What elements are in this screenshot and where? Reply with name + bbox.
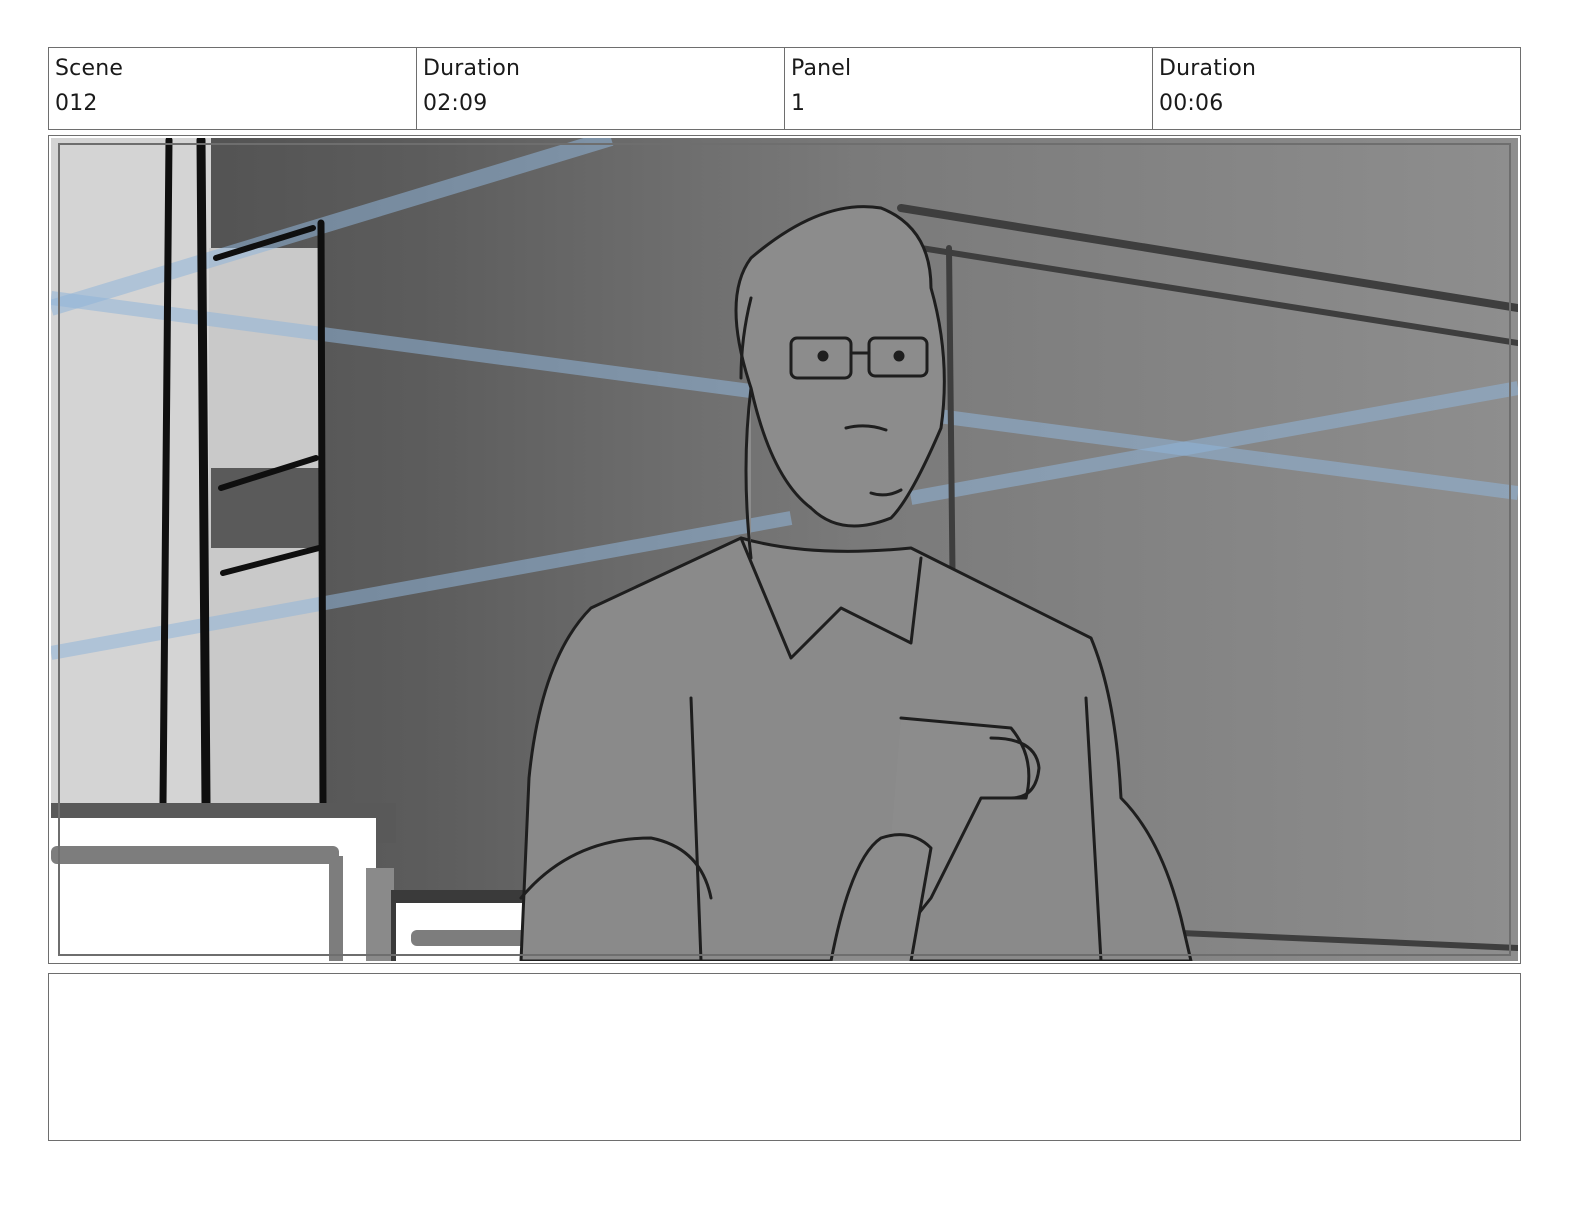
- scene-cell: Scene 012: [49, 48, 417, 129]
- panel-label: Panel: [791, 56, 852, 81]
- panel-duration-cell: Duration 00:06: [1153, 48, 1520, 129]
- storyboard-panel-frame: [48, 135, 1521, 964]
- panel-notes-box[interactable]: [48, 973, 1521, 1141]
- scene-number: 012: [55, 91, 98, 116]
- panel-duration-label: Duration: [1159, 56, 1257, 81]
- left-wall: [51, 138, 211, 808]
- panel-number: 1: [791, 91, 806, 116]
- storyboard-sketch-image: [51, 138, 1518, 961]
- scene-duration-label: Duration: [423, 56, 521, 81]
- scene-duration-value: 02:09: [423, 91, 488, 116]
- panel-cell: Panel 1: [785, 48, 1153, 129]
- scene-label: Scene: [55, 56, 124, 81]
- panel-info-header: Scene 012 Duration 02:09 Panel 1 Duratio…: [48, 47, 1521, 130]
- door-gap: [211, 468, 323, 548]
- panel-duration-value: 00:06: [1159, 91, 1224, 116]
- scene-duration-cell: Duration 02:09: [417, 48, 785, 129]
